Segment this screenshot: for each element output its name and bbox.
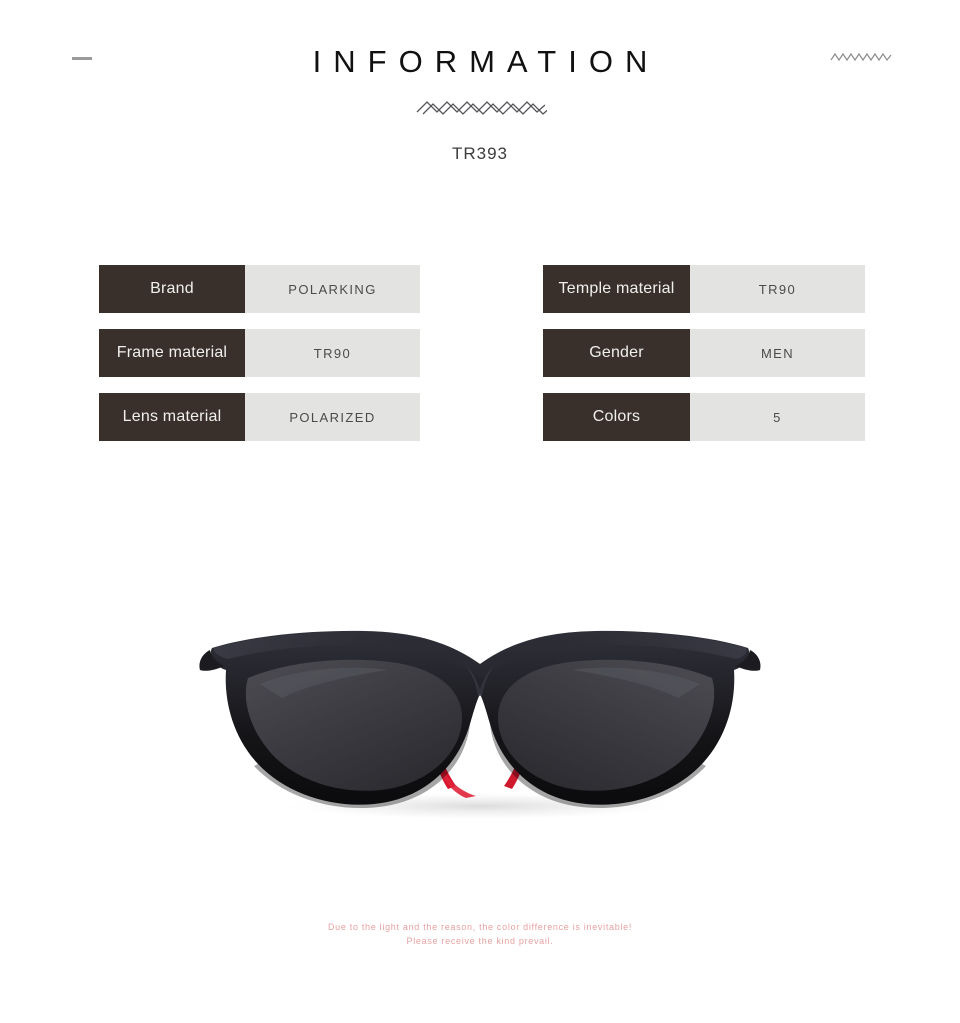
spec-table-right: Temple material TR90 Gender MEN Colors 5 — [543, 265, 865, 441]
spec-value-lens-material: POLARIZED — [245, 393, 420, 441]
specifications-section: Brand POLARKING Frame material TR90 Lens… — [0, 265, 960, 455]
spec-row: Colors 5 — [543, 393, 865, 441]
spec-label-gender: Gender — [543, 329, 690, 377]
color-disclaimer: Due to the light and the reason, the col… — [0, 920, 960, 948]
zigzag-divider-icon — [416, 101, 547, 115]
spec-value-brand: POLARKING — [245, 265, 420, 313]
spec-label-brand: Brand — [99, 265, 245, 313]
product-model-subtitle: TR393 — [451, 144, 509, 163]
color-disclaimer-line2: Please receive the kind prevail. — [406, 936, 554, 946]
spec-row: Gender MEN — [543, 329, 865, 377]
spec-value-colors: 5 — [690, 393, 865, 441]
spec-table-left: Brand POLARKING Frame material TR90 Lens… — [99, 265, 420, 441]
spec-value-temple-material: TR90 — [690, 265, 865, 313]
spec-row: Brand POLARKING — [99, 265, 420, 313]
sunglasses-front-view-image — [199, 630, 761, 820]
color-disclaimer-line1: Due to the light and the reason, the col… — [327, 922, 633, 932]
spec-label-lens-material: Lens material — [99, 393, 245, 441]
page-header: INFORMATION TR393 — [0, 0, 960, 180]
spec-label-colors: Colors — [543, 393, 690, 441]
spec-row: Lens material POLARIZED — [99, 393, 420, 441]
spec-label-temple-material: Temple material — [543, 265, 690, 313]
spec-row: Frame material TR90 — [99, 329, 420, 377]
page-title: INFORMATION — [312, 44, 660, 79]
product-information-page: INFORMATION TR393 Brand POLARKING Frame … — [0, 0, 960, 1023]
spec-value-gender: MEN — [690, 329, 865, 377]
spec-value-frame-material: TR90 — [245, 329, 420, 377]
spec-label-frame-material: Frame material — [99, 329, 245, 377]
spec-row: Temple material TR90 — [543, 265, 865, 313]
